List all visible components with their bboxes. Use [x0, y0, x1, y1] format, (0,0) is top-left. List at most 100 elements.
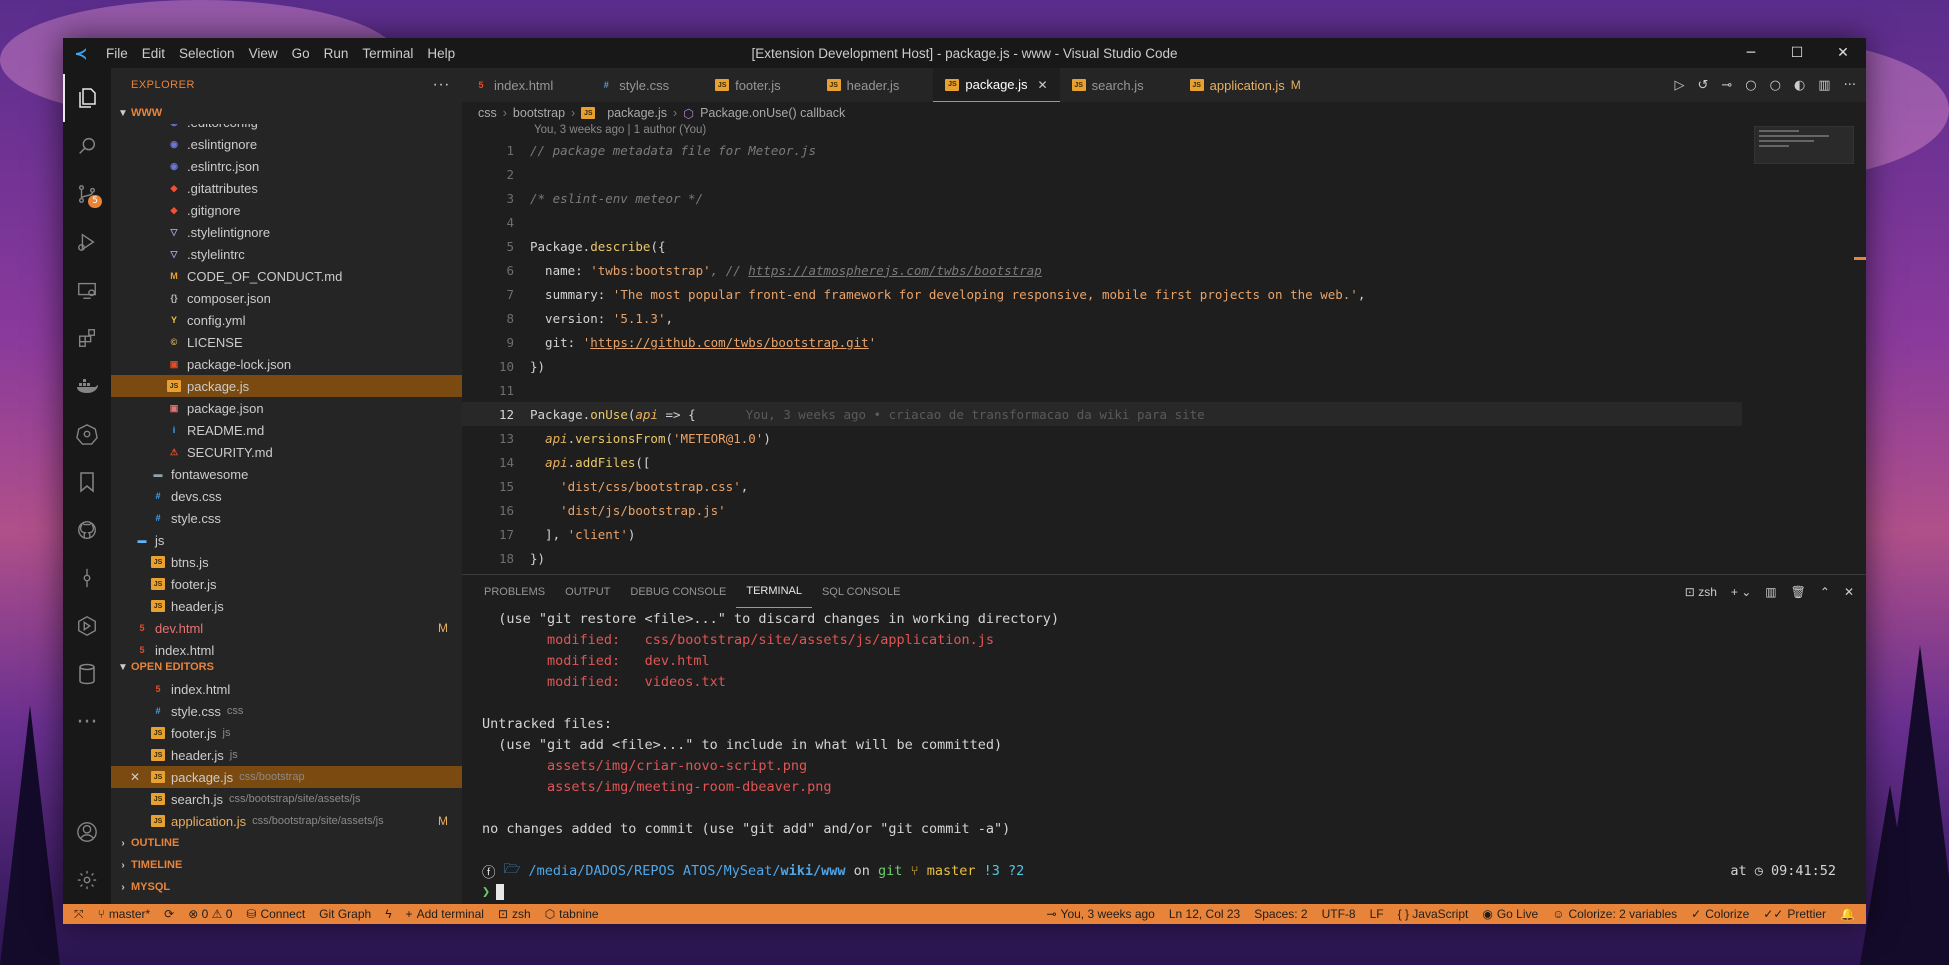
more-actions-icon[interactable]: ··· — [1844, 78, 1856, 93]
breadcrumb-bootstrap[interactable]: bootstrap — [513, 106, 565, 120]
file-tree-item[interactable]: ◆ .gitignore — [111, 199, 462, 221]
connect-status[interactable]: ⛁ Connect — [239, 907, 312, 921]
more-icon[interactable]: ··· — [63, 698, 111, 746]
indentation-status[interactable]: Spaces: 2 — [1247, 907, 1314, 921]
extensions-icon[interactable] — [63, 314, 111, 362]
file-tree-item[interactable]: ◆ .gitattributes — [111, 177, 462, 199]
gitlens-toggle-icon[interactable]: ◐ — [1794, 78, 1805, 93]
menu-go[interactable]: Go — [285, 46, 317, 61]
menu-edit[interactable]: Edit — [135, 46, 172, 61]
file-tree-item[interactable]: {} composer.json — [111, 287, 462, 309]
maximize-panel-icon[interactable]: ⌃ — [1820, 585, 1830, 599]
zsh-status[interactable]: ⊡ zsh — [491, 907, 538, 921]
menu-view[interactable]: View — [242, 46, 285, 61]
timeline-icon[interactable]: ↺ — [1697, 78, 1708, 93]
file-tree-item[interactable]: i README.md — [111, 419, 462, 441]
problems-status[interactable]: ⊗ 0 ⚠ 0 — [181, 907, 239, 921]
open-editor-item[interactable]: 5 index.html — [111, 678, 462, 700]
encoding-status[interactable]: UTF-8 — [1315, 907, 1363, 921]
file-tree-item[interactable]: JS package.js — [111, 375, 462, 397]
tab-output[interactable]: OUTPUT — [555, 575, 620, 608]
file-tree-item[interactable]: ▣ package.json — [111, 397, 462, 419]
terminal-input-line[interactable]: ❯ — [482, 881, 1866, 902]
file-tree-item[interactable]: 5 index.html — [111, 639, 462, 657]
codelens-blame[interactable]: You, 3 weeks ago | 1 author (You) — [534, 124, 706, 136]
open-editor-item[interactable]: JS search.js css/bootstrap/site/assets/js — [111, 788, 462, 810]
outline-section[interactable]: › OUTLINE — [111, 832, 462, 854]
file-tree-item[interactable]: ▣ package-lock.json — [111, 353, 462, 375]
editor-tab[interactable]: 5 index.html — [462, 68, 587, 102]
run-debug-icon[interactable] — [63, 218, 111, 266]
open-editor-item[interactable]: JS application.js css/bootstrap/site/asset… — [111, 810, 462, 832]
breadcrumb-file[interactable]: package.js — [607, 106, 667, 120]
terminal-shell-selector[interactable]: ⊡ zsh — [1685, 585, 1717, 599]
editor-tab[interactable]: # style.css — [587, 68, 703, 102]
go-live-status[interactable]: ◉ Go Live — [1475, 907, 1545, 921]
mysql-section[interactable]: › MYSQL — [111, 876, 462, 898]
run-icon[interactable]: ▷ — [1674, 78, 1684, 93]
file-tree-item[interactable]: ◉ .editorconfig — [111, 124, 462, 133]
file-tree-item[interactable]: ▬ fontawesome — [111, 463, 462, 485]
remote-indicator-icon[interactable]: ⤧ — [67, 907, 91, 922]
close-icon[interactable]: ✕ — [127, 770, 143, 784]
notifications-bell-icon[interactable]: 🔔 — [1833, 907, 1862, 921]
prettier-status[interactable]: ✓✓ Prettier — [1756, 907, 1833, 921]
tabnine-status[interactable]: ⬡ tabnine — [538, 907, 606, 921]
close-panel-icon[interactable]: ✕ — [1844, 585, 1854, 599]
eol-status[interactable]: LF — [1363, 907, 1391, 921]
editor-tab[interactable]: JS header.js — [815, 68, 934, 102]
remote-explorer-icon[interactable] — [63, 266, 111, 314]
breadcrumb-css[interactable]: css — [478, 106, 497, 120]
search-icon[interactable] — [63, 122, 111, 170]
file-tree-item[interactable]: # style.css — [111, 507, 462, 529]
file-tree-item[interactable]: ◉ .eslintignore — [111, 133, 462, 155]
file-tree-item[interactable]: ◉ .eslintrc.json — [111, 155, 462, 177]
database-icon[interactable] — [63, 650, 111, 698]
tab-problems[interactable]: PROBLEMS — [474, 575, 555, 608]
add-terminal-status[interactable]: + Add terminal — [399, 907, 491, 921]
language-status[interactable]: { } JavaScript — [1391, 907, 1476, 921]
file-tree-item[interactable]: ▽ .stylelintignore — [111, 221, 462, 243]
colorize-vars-status[interactable]: ☺ Colorize: 2 variables — [1545, 907, 1684, 921]
file-tree-item[interactable]: JS header.js — [111, 595, 462, 617]
settings-icon[interactable] — [63, 856, 111, 904]
split-editor-icon[interactable]: ▥ — [1818, 78, 1830, 93]
kubernetes-icon[interactable] — [63, 410, 111, 458]
blame-status[interactable]: ⊸ You, 3 weeks ago — [1039, 907, 1161, 921]
gitlens-icon[interactable] — [63, 602, 111, 650]
new-terminal-icon[interactable]: + ⌄ — [1731, 585, 1751, 599]
file-tree-item[interactable]: 5 dev.html M — [111, 617, 462, 639]
account-icon[interactable] — [63, 808, 111, 856]
github-icon[interactable] — [63, 506, 111, 554]
open-editor-item[interactable]: # style.css css — [111, 700, 462, 722]
next-change-icon[interactable]: ○ — [1770, 78, 1781, 93]
minimap[interactable] — [1754, 126, 1854, 164]
tab-terminal[interactable]: TERMINAL — [736, 575, 812, 608]
menu-help[interactable]: Help — [420, 46, 462, 61]
close-tab-icon[interactable]: ✕ — [1038, 78, 1048, 92]
breadcrumb-symbol[interactable]: Package.onUse() callback — [700, 106, 845, 120]
tab-debug-console[interactable]: DEBUG CONSOLE — [620, 575, 736, 608]
file-tree-item[interactable]: ▬ js — [111, 529, 462, 551]
timeline-section[interactable]: › TIMELINE — [111, 854, 462, 876]
trash-icon[interactable]: 🗑 — [1791, 585, 1806, 599]
git-graph-icon[interactable] — [63, 554, 111, 602]
menu-run[interactable]: Run — [317, 46, 356, 61]
menu-terminal[interactable]: Terminal — [355, 46, 420, 61]
editor-tab[interactable]: JS footer.js — [703, 68, 815, 102]
files-icon[interactable] — [63, 74, 111, 122]
file-tree-item[interactable]: JS footer.js — [111, 573, 462, 595]
open-editor-item[interactable]: JS footer.js js — [111, 722, 462, 744]
close-window-button[interactable]: ✕ — [1820, 45, 1866, 61]
lightning-icon[interactable]: ϟ — [378, 907, 398, 921]
file-tree-item[interactable]: M CODE_OF_CONDUCT.md — [111, 265, 462, 287]
file-tree-item[interactable]: JS btns.js — [111, 551, 462, 573]
terminal-output[interactable]: (use "git restore <file>..." to discard … — [462, 608, 1866, 904]
workspace-root[interactable]: ▼ WWW — [111, 102, 462, 124]
menu-file[interactable]: File — [99, 46, 135, 61]
git-graph-status[interactable]: Git Graph — [312, 907, 378, 921]
cursor-position-status[interactable]: Ln 12, Col 23 — [1162, 907, 1247, 921]
editor-tab[interactable]: JS search.js — [1060, 68, 1178, 102]
docker-icon[interactable] — [63, 362, 111, 410]
open-editor-item[interactable]: JS header.js js — [111, 744, 462, 766]
